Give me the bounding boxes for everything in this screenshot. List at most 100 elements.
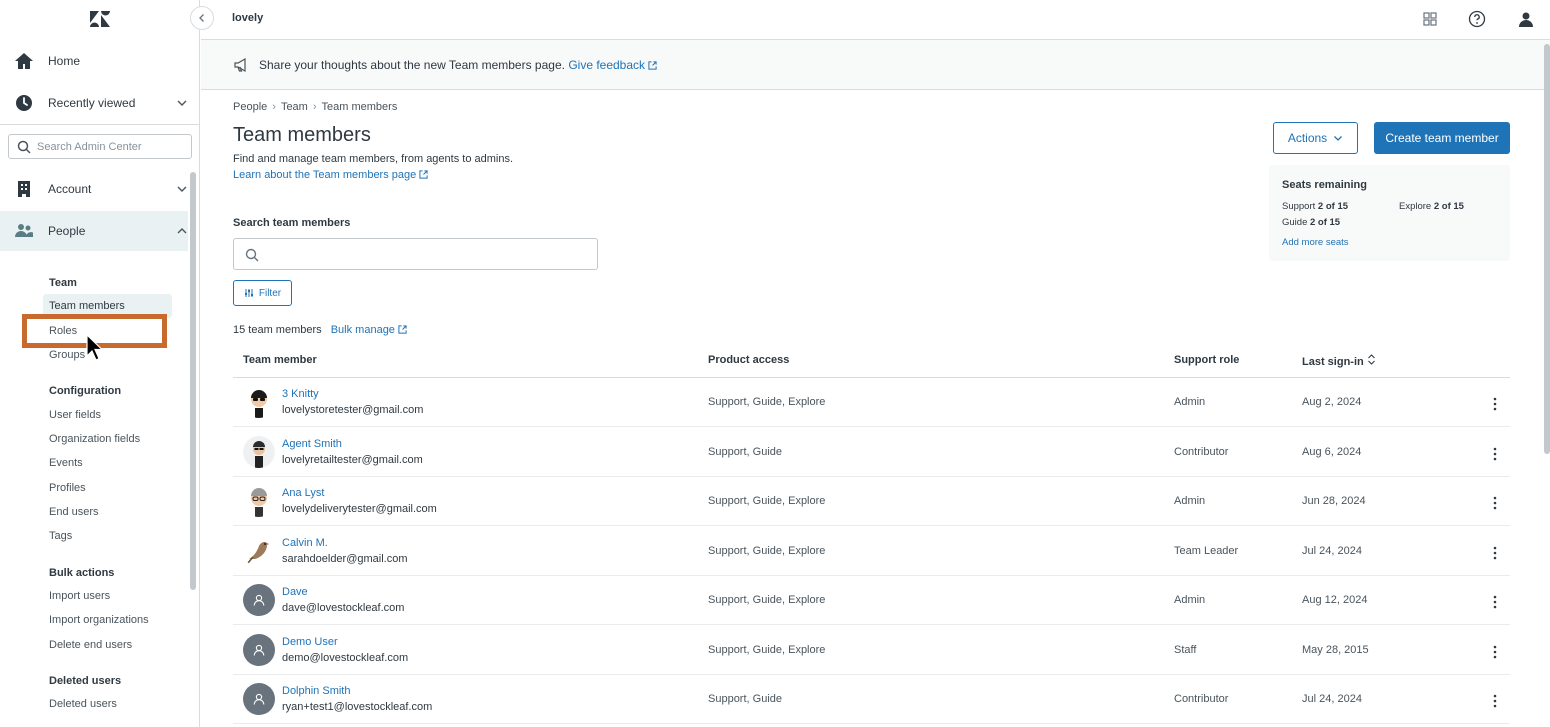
member-name-link[interactable]: Ana Lyst xyxy=(282,487,324,499)
learn-more-label: Learn about the Team members page xyxy=(233,169,417,181)
member-last-sign-in: Aug 6, 2024 xyxy=(1302,445,1362,458)
admin-search-input[interactable] xyxy=(37,138,187,155)
filter-label: Filter xyxy=(258,287,282,299)
sidebar-item-people[interactable]: People xyxy=(0,211,188,251)
more-options-icon[interactable] xyxy=(1487,396,1503,412)
table-row[interactable]: Dolphin Smith ryan+test1@lovestockleaf.co… xyxy=(233,675,1510,724)
search-team-members-label: Search team members xyxy=(233,217,351,229)
member-count-row: 15 team members Bulk manage xyxy=(233,324,407,336)
member-name-link[interactable]: Calvin M. xyxy=(282,537,328,549)
account-name: lovely xyxy=(232,12,264,24)
member-email: sarahdoelder@gmail.com xyxy=(282,552,408,565)
sidebar-item-import-organizations[interactable]: Import organizations xyxy=(49,614,149,626)
member-name-link[interactable]: Demo User xyxy=(282,636,338,648)
sidebar: Home Recently viewed Account People Team… xyxy=(0,0,200,727)
member-name-link[interactable]: 3 Knitty xyxy=(282,388,319,400)
table-row[interactable]: Dave dave@lovestockleaf.com Support, Guide… xyxy=(233,576,1510,625)
last-sign-in-label: Last sign-in xyxy=(1302,356,1364,368)
breadcrumb-team-members: Team members xyxy=(321,101,398,113)
breadcrumb-team[interactable]: Team xyxy=(281,101,308,113)
column-support-role: Support role xyxy=(1174,354,1240,366)
external-link-icon xyxy=(398,325,407,334)
table-row[interactable]: Agent Smith lovelyretailtester@gmail.com S… xyxy=(233,428,1510,477)
give-feedback-link[interactable]: Give feedback xyxy=(568,58,657,72)
member-product-access: Support, Guide, Explore xyxy=(708,544,826,557)
more-options-icon[interactable] xyxy=(1487,545,1503,561)
mouse-cursor-icon xyxy=(86,334,104,361)
sidebar-item-recently-viewed[interactable]: Recently viewed xyxy=(0,86,199,120)
explore-seats-label: Explore xyxy=(1399,201,1432,212)
deleted-users-section-heading: Deleted users xyxy=(49,675,122,687)
table-row[interactable]: 3 Knitty lovelystoretester@gmail.com Suppo… xyxy=(233,378,1510,427)
guide-seats: Guide 2 of 15 xyxy=(1282,217,1340,228)
clock-icon xyxy=(16,95,32,111)
member-support-role: Admin xyxy=(1174,396,1206,408)
collapse-sidebar-button[interactable] xyxy=(190,6,214,30)
create-team-member-button[interactable]: Create team member xyxy=(1374,122,1510,154)
filter-button[interactable]: Filter xyxy=(233,280,292,306)
member-email: ryan+test1@lovestockleaf.com xyxy=(282,701,433,713)
member-product-access: Support, Guide, Explore xyxy=(708,396,826,408)
member-last-sign-in: Aug 12, 2024 xyxy=(1302,594,1368,606)
breadcrumb-separator: › xyxy=(272,101,276,113)
sidebar-item-end-users[interactable]: End users xyxy=(49,506,99,518)
table-row[interactable]: Ana Lyst lovelydeliverytester@gmail.com Su… xyxy=(233,477,1510,526)
more-options-icon[interactable] xyxy=(1487,693,1503,709)
sidebar-item-import-users[interactable]: Import users xyxy=(49,590,110,602)
sidebar-scrollbar[interactable] xyxy=(190,172,196,590)
admin-search-field[interactable] xyxy=(8,134,192,159)
more-options-icon[interactable] xyxy=(1487,594,1503,610)
explore-seats: Explore 2 of 15 xyxy=(1399,201,1464,212)
zendesk-logo-icon[interactable] xyxy=(88,9,112,29)
sidebar-item-organization-fields[interactable]: Organization fields xyxy=(49,433,140,445)
member-support-role: Staff xyxy=(1174,643,1197,656)
member-last-sign-in: Jul 24, 2024 xyxy=(1302,544,1362,557)
table-row[interactable]: Calvin M. sarahdoelder@gmail.com Support, … xyxy=(233,527,1510,576)
team-section-heading: Team xyxy=(49,277,77,289)
add-more-seats-link[interactable]: Add more seats xyxy=(1282,237,1349,248)
products-grid-icon[interactable] xyxy=(1421,10,1439,28)
chevron-down-icon xyxy=(177,100,187,106)
member-email: lovelydeliverytester@gmail.com xyxy=(282,503,437,515)
sort-icon xyxy=(1367,354,1375,365)
actions-dropdown-button[interactable]: Actions xyxy=(1273,122,1358,154)
sidebar-item-user-fields[interactable]: User fields xyxy=(49,409,101,421)
page-description: Find and manage team members, from agent… xyxy=(233,153,514,165)
bulk-manage-link[interactable]: Bulk manage xyxy=(331,324,407,336)
sidebar-item-delete-end-users[interactable]: Delete end users xyxy=(49,639,132,651)
user-profile-icon[interactable] xyxy=(1517,10,1535,28)
member-support-role: Admin xyxy=(1174,594,1206,606)
page-scrollbar[interactable] xyxy=(1544,44,1550,454)
column-last-sign-in[interactable]: Last sign-in xyxy=(1302,354,1376,368)
sidebar-item-events[interactable]: Events xyxy=(49,457,83,469)
sidebar-item-label: Account xyxy=(48,182,92,196)
sidebar-item-deleted-users[interactable]: Deleted users xyxy=(49,698,117,710)
sidebar-item-profiles[interactable]: Profiles xyxy=(49,482,86,494)
member-name-link[interactable]: Agent Smith xyxy=(282,438,342,450)
seats-remaining-panel: Seats remaining Support 2 of 15 Explore … xyxy=(1269,165,1510,261)
search-team-members-input[interactable] xyxy=(268,245,588,265)
sidebar-item-tags[interactable]: Tags xyxy=(49,530,72,542)
help-icon[interactable] xyxy=(1468,10,1486,28)
member-last-sign-in: Jun 28, 2024 xyxy=(1302,495,1366,507)
home-icon xyxy=(15,53,33,69)
learn-more-link[interactable]: Learn about the Team members page xyxy=(233,169,428,181)
figure-glasses-avatar-icon xyxy=(243,485,275,517)
member-name-link[interactable]: Dolphin Smith xyxy=(282,685,350,697)
member-support-role: Contributor xyxy=(1174,693,1229,705)
more-options-icon[interactable] xyxy=(1487,644,1503,660)
search-icon xyxy=(17,140,31,154)
search-team-members-field[interactable] xyxy=(233,238,598,270)
breadcrumb-people[interactable]: People xyxy=(233,101,267,113)
table-row[interactable]: Demo User demo@lovestockleaf.com Support, … xyxy=(233,626,1510,675)
top-bar: lovely xyxy=(201,0,1550,40)
sidebar-item-account[interactable]: Account xyxy=(0,172,199,206)
more-options-icon[interactable] xyxy=(1487,495,1503,511)
more-options-icon[interactable] xyxy=(1487,446,1503,462)
member-name-link[interactable]: Dave xyxy=(282,586,308,598)
actions-label: Actions xyxy=(1287,131,1328,145)
chevron-down-icon xyxy=(1334,136,1343,141)
sidebar-item-home[interactable]: Home xyxy=(0,44,199,78)
member-product-access: Support, Guide xyxy=(708,693,782,705)
sidebar-item-groups[interactable]: Groups xyxy=(49,349,85,361)
